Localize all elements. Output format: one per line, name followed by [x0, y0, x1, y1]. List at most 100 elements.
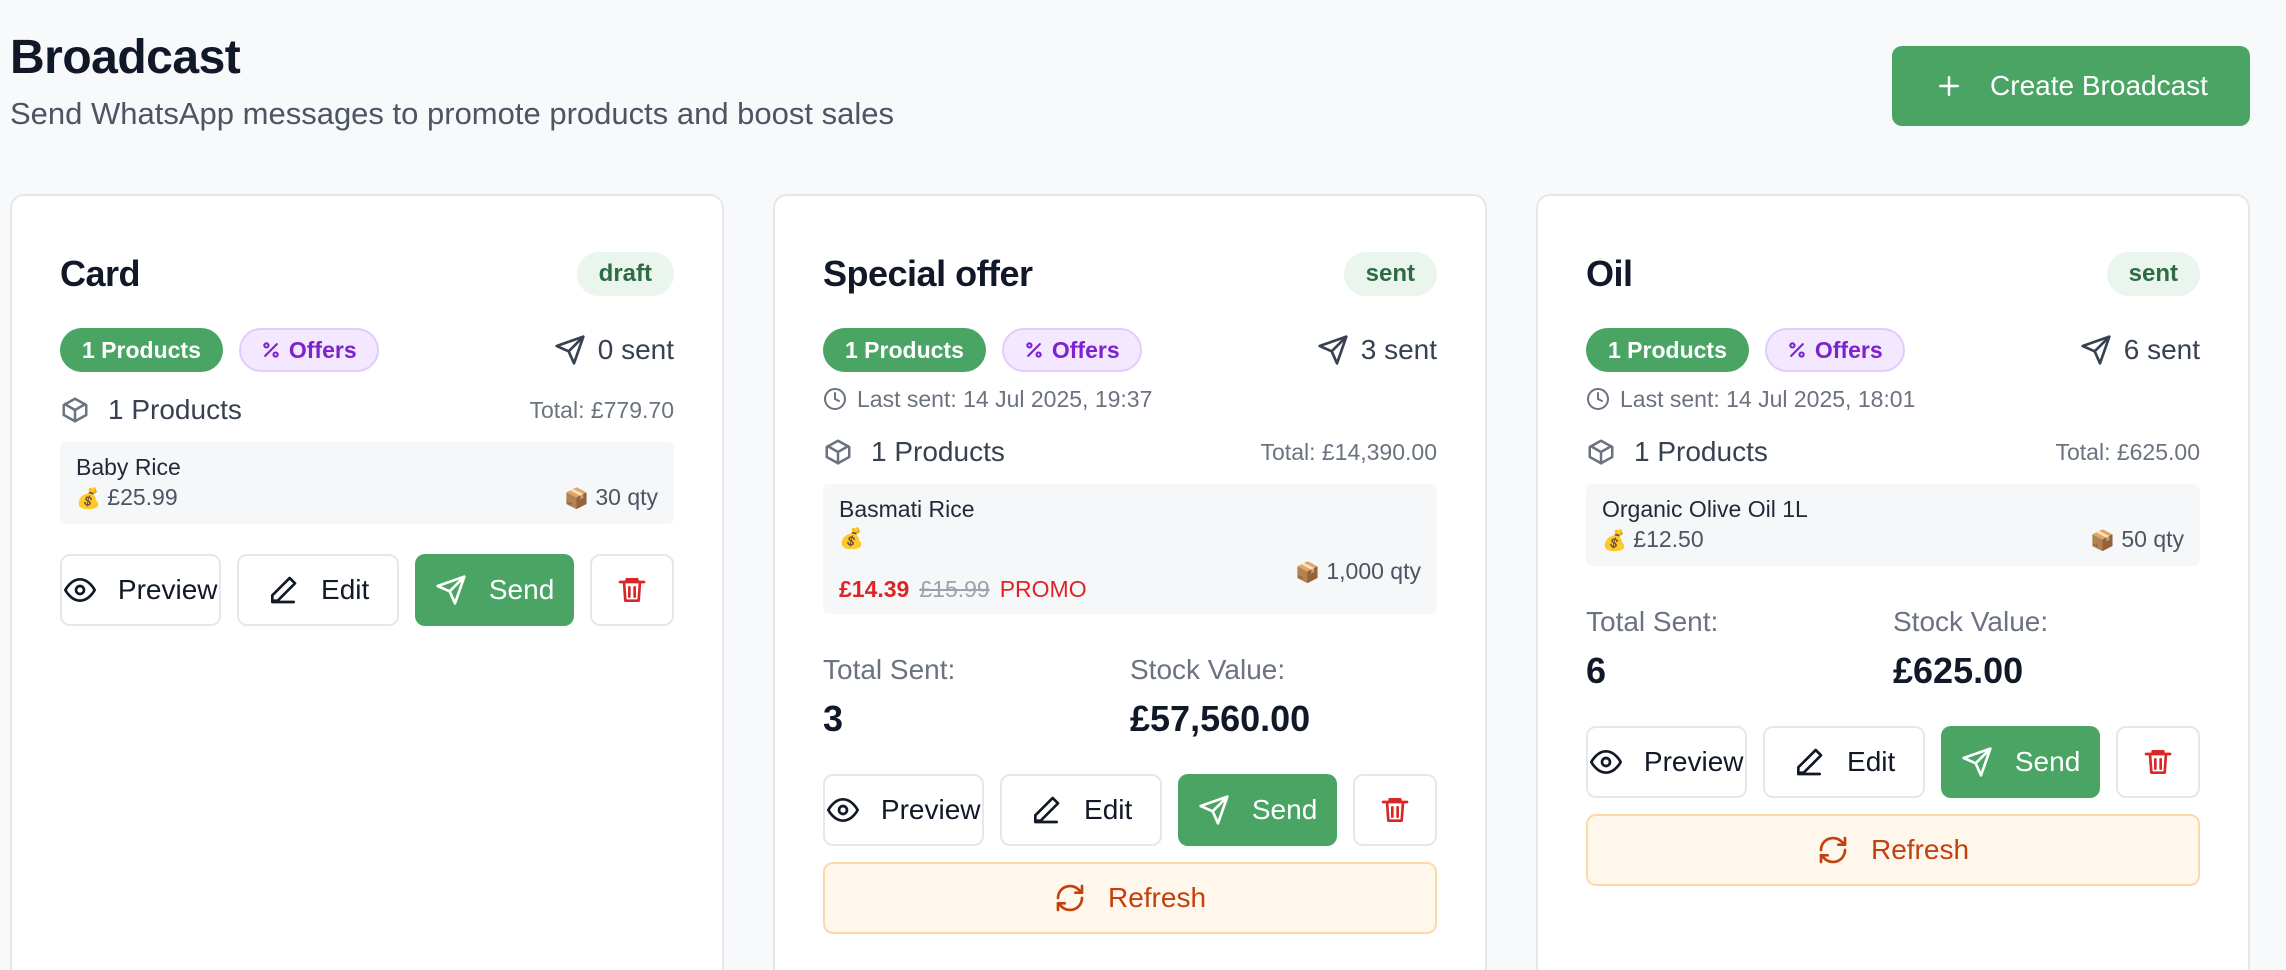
- broadcast-page: Broadcast Send WhatsApp messages to prom…: [0, 0, 2286, 970]
- send-label: Send: [2014, 746, 2081, 777]
- product-qty: 1,000 qty: [1326, 558, 1421, 584]
- edit-label: Edit: [1084, 794, 1133, 825]
- total-value: Total: £625.00: [2055, 438, 2200, 465]
- product-item: Basmati Rice 💰 £14.39 £15.99 PROMO 📦 1,0…: [823, 484, 1437, 614]
- product-price: £12.50: [1633, 526, 1704, 552]
- delete-button[interactable]: [590, 554, 675, 626]
- broadcast-card-special-offer: Special offer sent 1 Products Offers 3 s…: [773, 194, 1487, 970]
- offers-label: Offers: [288, 336, 357, 363]
- refresh-button[interactable]: Refresh: [823, 862, 1437, 934]
- package-icon: [62, 397, 88, 423]
- edit-button[interactable]: Edit: [1000, 774, 1162, 846]
- eye-icon: [826, 797, 859, 823]
- products-tag: 1 Products: [60, 328, 223, 372]
- last-sent-label: Last sent: 14 Jul 2025, 18:01: [1620, 385, 1916, 412]
- package-box-icon: 📦: [1295, 562, 1320, 584]
- card-title: Card: [60, 253, 141, 294]
- sent-count: 3 sent: [1317, 334, 1437, 366]
- refresh-button[interactable]: Refresh: [1586, 814, 2200, 886]
- percent-icon: [1789, 342, 1805, 358]
- sent-count-label: 0 sent: [597, 334, 674, 365]
- send-label: Send: [488, 574, 555, 605]
- sent-count-label: 3 sent: [1360, 334, 1437, 365]
- status-badge: sent: [2106, 252, 2200, 296]
- sent-count: 0 sent: [554, 334, 674, 366]
- product-name: Basmati Rice: [839, 496, 975, 522]
- eye-icon: [1589, 749, 1622, 775]
- product-name: Baby Rice: [76, 454, 181, 480]
- eye-icon: [63, 577, 96, 603]
- preview-button[interactable]: Preview: [823, 774, 985, 846]
- products-label: 1 Products: [871, 436, 1005, 467]
- broadcast-card-card: Card draft 1 Products Offers 0 sent 1 Pr…: [10, 194, 724, 970]
- edit-label: Edit: [321, 574, 370, 605]
- broadcast-card-oil: Oil sent 1 Products Offers 6 sent Last s…: [1536, 194, 2250, 970]
- send-icon: [1962, 747, 1992, 777]
- delete-button[interactable]: [2116, 726, 2201, 798]
- create-broadcast-button[interactable]: Create Broadcast: [1892, 46, 2250, 126]
- send-button[interactable]: Send: [1940, 726, 2101, 798]
- offers-label: Offers: [1814, 336, 1883, 363]
- total-sent-value: 6: [1586, 650, 1607, 691]
- last-sent: Last sent: 14 Jul 2025, 18:01: [1586, 384, 2200, 414]
- offers-tag: Offers: [238, 328, 379, 372]
- page-subtitle: Send WhatsApp messages to promote produc…: [10, 96, 894, 131]
- trash-icon: [618, 578, 646, 602]
- offers-tag: Offers: [1001, 328, 1142, 372]
- send-button[interactable]: Send: [414, 554, 575, 626]
- create-broadcast-label: Create Broadcast: [1990, 70, 2208, 101]
- send-button[interactable]: Send: [1177, 774, 1338, 846]
- status-badge: sent: [1343, 252, 1437, 296]
- total-value: Total: £14,390.00: [1260, 438, 1437, 465]
- original-price: £15.99: [919, 576, 990, 602]
- product-price: £25.99: [107, 484, 178, 510]
- send-icon: [1199, 795, 1229, 825]
- preview-button[interactable]: Preview: [60, 554, 222, 626]
- refresh-icon: [1819, 836, 1847, 864]
- pencil-icon: [1034, 796, 1060, 824]
- edit-button[interactable]: Edit: [237, 554, 399, 626]
- stock-value-label: Stock Value:: [1893, 606, 2049, 637]
- package-icon: [825, 439, 851, 465]
- last-sent-label: Last sent: 14 Jul 2025, 19:37: [857, 385, 1153, 412]
- card-title: Special offer: [823, 253, 1033, 294]
- plus-icon: [1939, 76, 1960, 96]
- products-tag: 1 Products: [1586, 328, 1749, 372]
- product-name: Organic Olive Oil 1L: [1602, 496, 1808, 522]
- stock-value-label: Stock Value:: [1130, 654, 1286, 685]
- send-icon: [555, 335, 585, 365]
- send-icon: [436, 575, 466, 605]
- percent-icon: [1026, 342, 1042, 358]
- product-qty: 30 qty: [595, 484, 658, 510]
- percent-icon: [263, 342, 279, 358]
- product-qty: 50 qty: [2121, 526, 2184, 552]
- package-box-icon: 📦: [2090, 530, 2115, 552]
- package-box-icon: 📦: [564, 488, 589, 510]
- money-bag-icon: 💰: [839, 528, 864, 550]
- refresh-icon: [1056, 884, 1084, 912]
- page-title: Broadcast: [10, 31, 241, 84]
- refresh-label: Refresh: [1107, 882, 1207, 913]
- send-label: Send: [1251, 794, 1318, 825]
- status-badge: draft: [576, 252, 674, 296]
- promo-label: PROMO: [999, 576, 1087, 602]
- preview-label: Preview: [880, 794, 981, 825]
- pencil-icon: [271, 576, 297, 604]
- products-label: 1 Products: [1634, 436, 1768, 467]
- total-value: Total: £779.70: [529, 396, 674, 423]
- sent-count-label: 6 sent: [2123, 334, 2200, 365]
- total-sent-value: 3: [823, 698, 844, 739]
- send-icon: [1318, 335, 1348, 365]
- stock-value-value: £625.00: [1893, 650, 2024, 691]
- delete-button[interactable]: [1353, 774, 1438, 846]
- product-item: Organic Olive Oil 1L 💰 £12.50 📦 50 qty: [1586, 484, 2200, 566]
- refresh-label: Refresh: [1870, 834, 1970, 865]
- money-bag-icon: 💰: [76, 488, 101, 510]
- product-item: Baby Rice 💰 £25.99 📦 30 qty: [60, 442, 674, 524]
- promo-price: £14.39: [839, 576, 910, 602]
- preview-label: Preview: [117, 574, 218, 605]
- preview-button[interactable]: Preview: [1586, 726, 1748, 798]
- edit-button[interactable]: Edit: [1763, 726, 1925, 798]
- stats: Total Sent: 6 Stock Value: £625.00: [1586, 604, 2200, 694]
- card-title: Oil: [1586, 253, 1633, 294]
